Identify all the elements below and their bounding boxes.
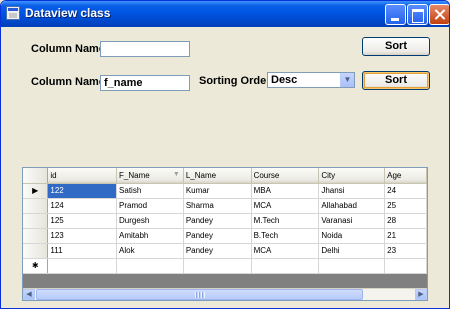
row-header[interactable] [23,228,49,244]
cell-l-name[interactable]: Kumar [183,183,252,199]
cell-age[interactable]: 23 [384,243,427,259]
column-name-label-2: Column Name [31,76,105,88]
cell-course[interactable]: MCA [251,243,320,259]
new-row[interactable]: ✱ [23,258,427,274]
new-cell[interactable] [384,258,427,274]
horizontal-scrollbar[interactable]: ◀ ▶ [23,288,427,300]
table-row[interactable]: ▶ 122 Satish Kumar MBA Jhansi 24 [23,183,427,199]
chevron-down-icon[interactable]: ▼ [340,73,354,87]
table-row[interactable]: 111 Alok Pandey MCA Delhi 23 [23,243,427,259]
cell-f-name[interactable]: Satish [116,183,184,199]
cell-age[interactable]: 24 [384,183,427,199]
sort-button-2[interactable]: Sort [362,71,430,90]
form-icon[interactable] [6,6,20,20]
cell-city[interactable]: Jhansi [318,183,386,199]
cell-l-name[interactable]: Pandey [183,243,252,259]
column-header-id[interactable]: id [47,168,118,184]
cell-f-name[interactable]: Amitabh [116,228,184,244]
new-cell[interactable] [183,258,252,274]
cell-age[interactable]: 28 [384,213,427,229]
cell-id[interactable]: 111 [47,243,118,259]
cell-city[interactable]: Allahabad [318,198,386,214]
close-button[interactable] [429,4,449,25]
column-name-input-1[interactable] [100,41,190,57]
data-grid[interactable]: id F_Name ▼ L_Name Course City Age ▶ 122 … [22,167,428,301]
title-bar[interactable]: Dataview class [1,1,449,27]
current-row-icon[interactable]: ▶ [23,183,49,199]
row-header[interactable] [23,243,49,259]
cell-id[interactable]: 122 [47,183,118,199]
column-header-age[interactable]: Age [384,168,427,184]
cell-course[interactable]: M.Tech [251,213,320,229]
cell-city[interactable]: Varanasi [318,213,386,229]
new-cell[interactable] [251,258,320,274]
table-row[interactable]: 124 Pramod Sharma MCA Allahabad 25 [23,198,427,214]
cell-age[interactable]: 25 [384,198,427,214]
cell-course[interactable]: B.Tech [251,228,320,244]
sorting-order-value: Desc [271,74,298,86]
scroll-right-icon[interactable]: ▶ [415,289,427,300]
maximize-button[interactable] [407,4,428,25]
new-row-icon[interactable]: ✱ [23,258,49,274]
grid-table: id F_Name ▼ L_Name Course City Age ▶ 122 … [23,168,427,274]
column-name-label-1: Column Name [31,43,105,55]
cell-f-name[interactable]: Alok [116,243,184,259]
cell-course[interactable]: MCA [251,198,320,214]
cell-id[interactable]: 123 [47,228,118,244]
column-header-l-name[interactable]: L_Name [183,168,252,184]
column-header-f-name[interactable]: F_Name ▼ [116,168,184,184]
cell-l-name[interactable]: Pandey [183,213,252,229]
column-header-f-name-label: F_Name [119,170,150,180]
table-row[interactable]: 123 Amitabh Pandey B.Tech Noida 21 [23,228,427,244]
cell-city[interactable]: Noida [318,228,386,244]
sorting-order-label: Sorting Order [199,75,271,87]
new-cell[interactable] [47,258,118,274]
column-header-course[interactable]: Course [251,168,320,184]
sort-descending-icon: ▼ [172,170,180,178]
scrollbar-thumb[interactable] [36,289,363,300]
scroll-left-icon[interactable]: ◀ [23,289,35,300]
minimize-button[interactable] [385,4,406,25]
window-title: Dataview class [25,6,111,20]
cell-f-name[interactable]: Pramod [116,198,184,214]
column-header-city[interactable]: City [318,168,386,184]
new-cell[interactable] [318,258,386,274]
sort-button-1[interactable]: Sort [362,37,430,56]
cell-age[interactable]: 21 [384,228,427,244]
row-header[interactable] [23,213,49,229]
cell-f-name[interactable]: Durgesh [116,213,184,229]
cell-id[interactable]: 124 [47,198,118,214]
row-header[interactable] [23,198,49,214]
table-row[interactable]: 125 Durgesh Pandey M.Tech Varanasi 28 [23,213,427,229]
cell-city[interactable]: Delhi [318,243,386,259]
cell-l-name[interactable]: Sharma [183,198,252,214]
cell-course[interactable]: MBA [251,183,320,199]
corner-header[interactable] [23,168,49,184]
main-window: Dataview class Column Name Sort Column N… [0,0,450,309]
column-name-input-2[interactable]: f_name [100,75,190,91]
grip-icon [195,292,205,298]
new-cell[interactable] [116,258,184,274]
cell-l-name[interactable]: Pandey [183,228,252,244]
sorting-order-select[interactable]: Desc ▼ [267,72,355,88]
cell-id[interactable]: 125 [47,213,118,229]
header-row: id F_Name ▼ L_Name Course City Age [23,168,427,184]
